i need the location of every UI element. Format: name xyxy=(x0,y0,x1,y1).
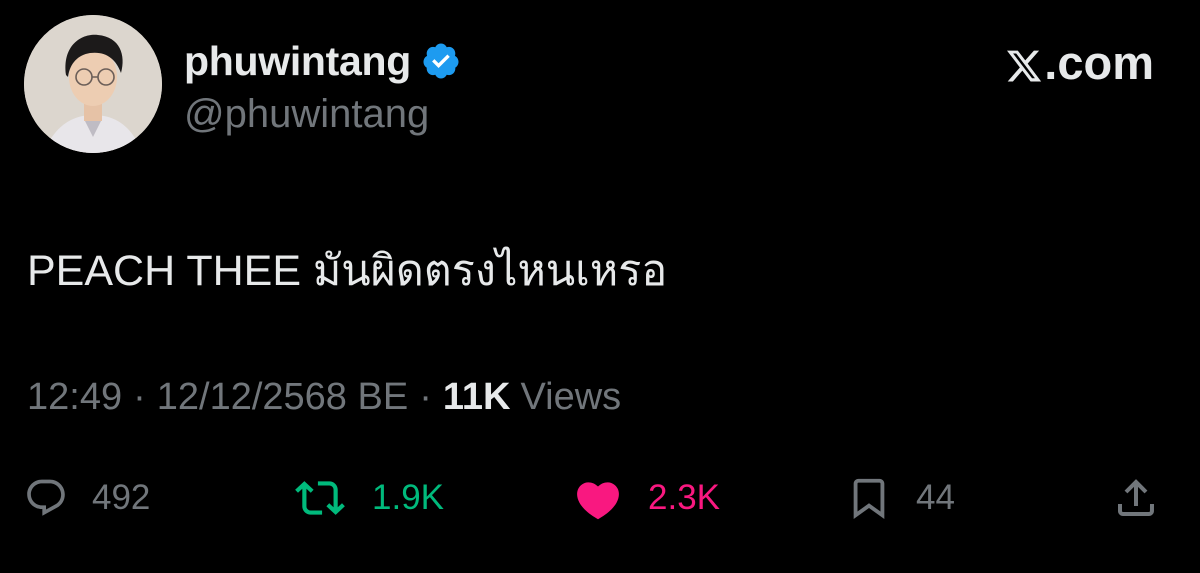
tweet-meta: 12:49 · 12/12/2568 BE · 11K Views xyxy=(27,372,621,422)
repost-button[interactable]: 1.9K xyxy=(292,470,444,526)
bookmark-icon xyxy=(846,473,892,523)
bookmark-count: 44 xyxy=(916,478,955,517)
repost-icon xyxy=(292,473,348,523)
tweet-card: phuwintang @phuwintang .com PEACH THEE ม… xyxy=(0,0,1200,573)
repost-count: 1.9K xyxy=(372,478,444,517)
share-button[interactable] xyxy=(1112,470,1160,526)
meta-separator: · xyxy=(133,375,146,418)
user-handle[interactable]: @phuwintang xyxy=(184,92,429,137)
tweet-date[interactable]: 12/12/2568 BE xyxy=(157,376,408,419)
profile-photo-icon xyxy=(24,15,162,153)
brand-domain: .com xyxy=(1044,35,1154,89)
heart-icon xyxy=(572,475,624,521)
action-bar: 492 1.9K 2.3K 44 xyxy=(0,470,1200,526)
views-count: 11K xyxy=(442,375,511,418)
like-button[interactable]: 2.3K xyxy=(572,470,720,526)
like-count: 2.3K xyxy=(648,478,720,517)
tweet-time[interactable]: 12:49 xyxy=(27,376,122,419)
display-name: phuwintang xyxy=(184,37,412,84)
reply-button[interactable]: 492 xyxy=(24,470,150,526)
verified-badge-icon xyxy=(421,41,461,81)
meta-separator: · xyxy=(419,375,432,418)
share-icon xyxy=(1112,474,1160,522)
bookmark-button[interactable]: 44 xyxy=(846,470,955,526)
display-name-row[interactable]: phuwintang xyxy=(184,36,461,86)
avatar[interactable] xyxy=(24,15,162,153)
views-label: Views xyxy=(520,375,622,418)
reply-count: 492 xyxy=(92,478,151,517)
x-logo-icon xyxy=(1005,42,1043,82)
reply-icon xyxy=(24,476,68,520)
tweet-text: PEACH THEE มันผิดตรงไหนเหรอ xyxy=(27,247,668,295)
x-com-brand: .com xyxy=(1005,35,1154,89)
